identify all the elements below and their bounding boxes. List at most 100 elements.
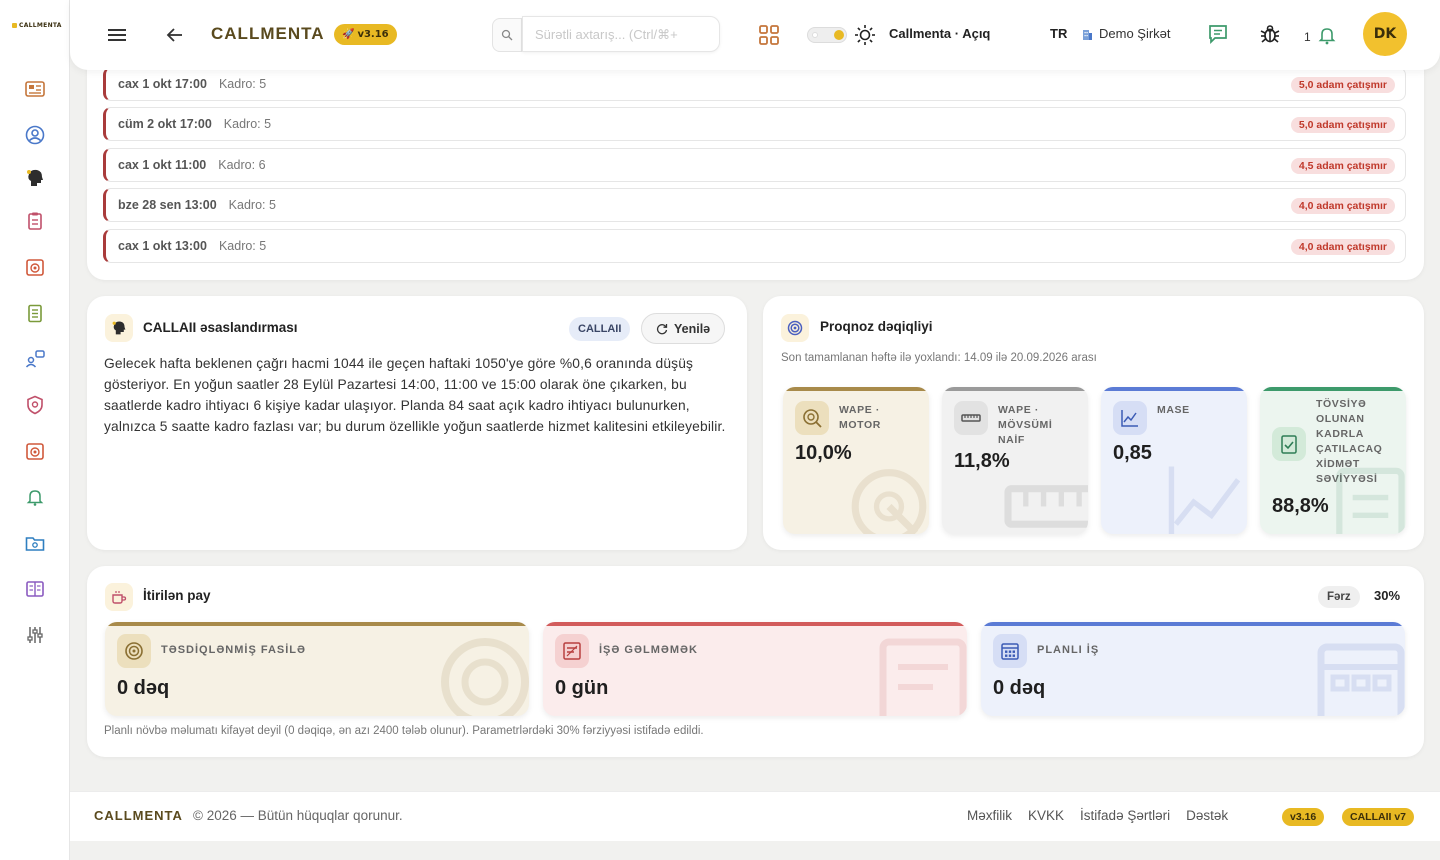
break-icon xyxy=(125,642,143,660)
shortage-row[interactable]: cüm 2 okt 17:00 Kadro: 5 5,0 adam çatışm… xyxy=(103,107,1406,141)
sidebar-item-security[interactable] xyxy=(24,394,46,416)
sidebar-item-reports[interactable] xyxy=(24,210,46,232)
ai-head-icon xyxy=(112,321,126,335)
metric-icon-wrap xyxy=(795,401,829,435)
calendar-watermark-icon xyxy=(1317,643,1405,716)
target-icon xyxy=(787,320,803,336)
lost-icon-wrap xyxy=(555,634,589,668)
folder-icon xyxy=(25,537,45,551)
footer-link-terms[interactable]: İstifadə Şərtləri xyxy=(1080,808,1170,823)
footer-link-kvkk[interactable]: KVKK xyxy=(1028,808,1064,823)
arrow-left-icon xyxy=(166,28,182,42)
fc-icon-wrap xyxy=(781,314,809,342)
footer-brand: CALLMENTA xyxy=(94,808,183,823)
lost-card-planned-work: PLANLI İŞ 0 dəq xyxy=(981,622,1405,716)
target-icon xyxy=(26,259,44,276)
sidebar-item-agents[interactable] xyxy=(24,124,46,146)
sidebar-item-ai[interactable] xyxy=(24,167,46,189)
forecast-subtitle: Son tamamlanan həftə ilə yoxlandı: 14.09… xyxy=(781,352,1097,364)
sidebar: CALLMENTA xyxy=(0,0,70,860)
shortage-badge: 5,0 adam çatışmır xyxy=(1290,117,1395,133)
sidebar-item-dashboard[interactable] xyxy=(24,78,46,100)
refresh-button[interactable]: Yenilə xyxy=(641,313,726,344)
footer: CALLMENTA © 2026 — Bütün hüquqlar qorunu… xyxy=(70,791,1440,841)
lost-icon-wrap xyxy=(105,583,133,611)
absence-icon xyxy=(563,642,581,660)
footer-link-privacy[interactable]: Məxfilik xyxy=(967,808,1012,823)
assumption-tag: Fərz xyxy=(1318,586,1360,608)
bug-report-button[interactable] xyxy=(1259,23,1281,45)
gear-watermark-icon xyxy=(851,469,927,534)
metric-icon-wrap xyxy=(1113,401,1147,435)
assumption-value: 30% xyxy=(1374,588,1401,603)
lost-icon-wrap xyxy=(117,634,151,668)
sidebar-item-files[interactable] xyxy=(24,532,46,554)
shortage-row[interactable]: cax 1 okt 13:00 Kadro: 5 4,0 adam çatışm… xyxy=(103,229,1406,263)
metric-icon-wrap xyxy=(1272,427,1306,461)
ai-tag: CALLAII xyxy=(569,317,631,341)
menu-button[interactable] xyxy=(106,24,128,46)
search-input[interactable] xyxy=(522,16,720,52)
checklist-icon xyxy=(28,304,42,323)
back-button[interactable] xyxy=(164,24,186,46)
sidebar-item-messages[interactable] xyxy=(24,348,46,370)
metric-card-service-level: TÖVSİYƏ OLUNAN KADRLA ÇATILACAQ XİDMƏT S… xyxy=(1260,387,1406,534)
shield-icon xyxy=(27,395,43,415)
ai-card-title: CALLAII əsaslandırması xyxy=(143,320,298,335)
language-selector[interactable]: TR xyxy=(1050,26,1067,41)
theme-button[interactable] xyxy=(854,24,876,46)
sidebar-logo[interactable]: CALLMENTA xyxy=(12,22,62,29)
avatar[interactable]: DK xyxy=(1363,12,1407,56)
footer-links: Məxfilik KVKK İstifadə Şərtləri Dəstək xyxy=(967,808,1228,823)
brand-title[interactable]: CALLMENTA xyxy=(211,24,325,44)
sun-icon xyxy=(855,25,875,45)
sidebar-item-targets[interactable] xyxy=(24,256,46,278)
metric-label: WAPE · MOTOR xyxy=(839,404,881,431)
metric-card-wape-motor: WAPE · MOTOR 10,0% xyxy=(783,387,929,534)
search-icon xyxy=(501,29,513,41)
clipboard-icon xyxy=(28,212,42,230)
shortage-row[interactable]: bze 28 sen 13:00 Kadro: 5 4,0 adam çatış… xyxy=(103,188,1406,222)
shortage-card: cax 1 okt 17:00 Kadro: 5 5,0 adam çatışm… xyxy=(87,40,1424,280)
sidebar-item-notifications[interactable] xyxy=(24,486,46,508)
sidebar-item-library[interactable] xyxy=(24,578,46,600)
rocket-icon: 🚀 xyxy=(342,29,355,40)
metric-label: MASE xyxy=(1157,404,1190,416)
shortage-badge: 5,0 adam çatışmır xyxy=(1290,77,1395,93)
notifications-button[interactable] xyxy=(1316,24,1338,46)
footer-version-badge: v3.16 xyxy=(1282,808,1325,826)
footer-link-support[interactable]: Dəstək xyxy=(1186,808,1228,823)
metric-card-wape-seasonal: WAPE · MÖVSÜMİ NAİF 11,8% xyxy=(942,387,1088,534)
ai-reasoning-card: CALLAII əsaslandırması CALLAII Yenilə Ge… xyxy=(87,296,747,550)
theme-label[interactable]: Callmenta · Açıq xyxy=(889,26,990,41)
metric-label: WAPE · MÖVSÜMİ NAİF xyxy=(998,404,1053,446)
shortage-staff: Kadro: 5 xyxy=(223,117,272,131)
magnifier-gear-icon xyxy=(803,409,822,428)
grid-icon xyxy=(759,25,779,45)
metric-value: 0,85 xyxy=(1113,442,1152,464)
building-icon xyxy=(1083,29,1092,40)
sidebar-item-tasks[interactable] xyxy=(24,302,46,324)
coffee-icon xyxy=(112,591,127,604)
shortage-row[interactable]: cax 1 okt 11:00 Kadro: 6 4,5 adam çatışm… xyxy=(103,148,1406,182)
user-circle-icon xyxy=(25,125,45,145)
chat-button[interactable] xyxy=(1207,23,1229,45)
ai-reasoning-text: Gelecek hafta beklenen çağrı hacmi 1044 … xyxy=(104,356,726,434)
refresh-label: Yenilə xyxy=(674,321,711,336)
shortage-row[interactable]: cax 1 okt 17:00 Kadro: 5 5,0 adam çatışm… xyxy=(103,67,1406,101)
sidebar-item-calendar[interactable] xyxy=(24,440,46,462)
clipboard-watermark-icon xyxy=(1336,467,1405,534)
absence-watermark-icon xyxy=(879,638,967,716)
top-header: CALLMENTA 🚀v3.16 Callmenta · Açıq TR Dem… xyxy=(70,0,1440,70)
sidebar-item-settings[interactable] xyxy=(24,624,46,646)
calendar-icon xyxy=(1001,643,1019,660)
lost-card-approved-break: TƏSDİQLƏNMİŞ FASİLƏ 0 dəq xyxy=(105,622,529,716)
footer-copyright: © 2026 — Bütün hüquqlar qorunur. xyxy=(193,808,403,823)
calendar-target-icon xyxy=(26,443,44,460)
theme-toggle[interactable] xyxy=(807,27,847,43)
apps-button[interactable] xyxy=(758,24,780,46)
company-selector[interactable]: Demo Şirkət xyxy=(1082,26,1171,41)
dashboard-icon xyxy=(25,81,45,97)
search-button[interactable] xyxy=(492,18,522,52)
ai-head-icon xyxy=(27,169,43,186)
